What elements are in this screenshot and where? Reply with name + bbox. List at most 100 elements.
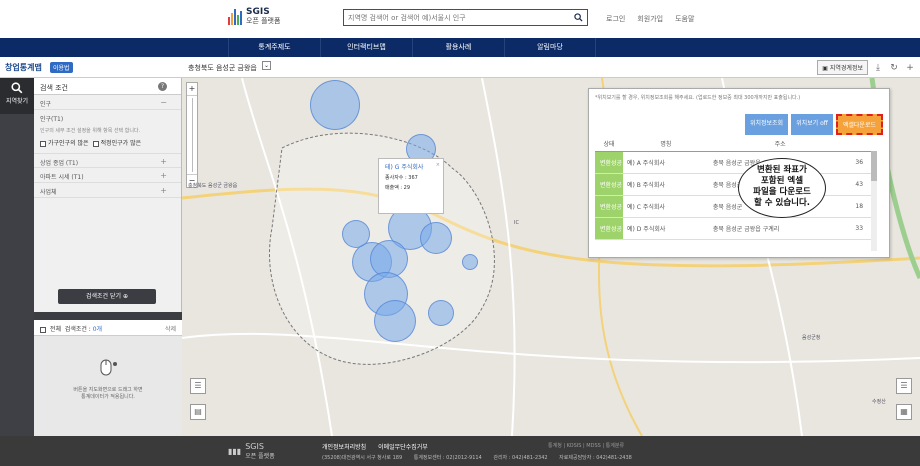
- sgis-logo[interactable]: SGIS 오픈 플랫폼: [228, 8, 280, 26]
- phone-text: 통계정보센터 : 02)2012-9114: [413, 455, 482, 461]
- sub-population[interactable]: 인구(T1): [34, 110, 181, 125]
- select-all-label: 전체: [49, 326, 61, 333]
- phone-text: 관리자 : 042)481-2342: [493, 455, 548, 461]
- section-population[interactable]: 인구 −: [34, 95, 181, 110]
- refresh-icon[interactable]: ↻: [888, 62, 900, 74]
- select-all-checkbox[interactable]: [40, 326, 46, 333]
- footer-logo: ▮▮▮ SGIS 오픈 플랫폼: [228, 442, 275, 460]
- status-cell: 변환성공: [595, 195, 623, 218]
- table-scrollbar[interactable]: [871, 151, 877, 251]
- expand-icon[interactable]: +: [160, 186, 167, 195]
- panel-header: 검색 조건 ?: [34, 78, 181, 95]
- name-cell: 예) A 주식회사: [623, 151, 709, 174]
- map-bubble[interactable]: [310, 80, 360, 130]
- population-checks: 가구인구의 많은 적정인구가 많은: [34, 138, 181, 147]
- popup-line2: 매출액 : 29: [385, 185, 411, 191]
- excel-download-button[interactable]: 엑셀다운로드: [835, 114, 883, 135]
- footer-right-links[interactable]: 통계청 | KOSIS | MDSS | 통계분류: [548, 442, 624, 449]
- addr-cell: 충북 음성군 금왕읍 구계리: [708, 217, 852, 240]
- table-row[interactable]: 변환성공 예) B 주식회사 충북 음성군 43: [595, 173, 875, 196]
- popup-line1: 종사자수 : 367: [385, 175, 418, 181]
- column-header: 주소: [708, 137, 852, 152]
- footer-logo-subtitle: 오픈 플랫폼: [245, 453, 275, 460]
- check-proper[interactable]: 적정인구가 많은: [92, 138, 141, 147]
- help-icon[interactable]: ?: [158, 82, 167, 91]
- zoom-control: + −: [186, 82, 198, 188]
- search-box: [343, 9, 588, 26]
- row-commerce[interactable]: 상업 종업 (T1) +: [34, 153, 181, 168]
- close-icon[interactable]: ×: [436, 160, 440, 170]
- map-bubble[interactable]: [462, 254, 478, 270]
- footer-logo-title: SGIS: [245, 442, 264, 451]
- map-label: IC: [514, 220, 519, 226]
- footer-address: (35208)대전광역시 서구 청사로 189 통계정보센터 : 02)2012…: [322, 454, 642, 461]
- location-dropdown-icon[interactable]: ⌄: [262, 61, 271, 70]
- nav-item-use-cases[interactable]: 활용사례: [412, 38, 504, 57]
- logo-title: SGIS: [246, 7, 270, 17]
- status-cell: 변환성공: [595, 151, 623, 174]
- table-icon[interactable]: ▦: [896, 404, 912, 420]
- main-nav: 통계주제도 인터랙티브맵 활용사례 알림마당: [0, 38, 920, 57]
- check-household[interactable]: 가구인구의 많은: [40, 138, 89, 147]
- expand-icon[interactable]: +: [160, 157, 167, 166]
- delete-link[interactable]: 삭제: [165, 324, 176, 333]
- address-text: (35208)대전광역시 서구 청사로 189: [322, 455, 403, 461]
- table-row[interactable]: 변환성공 예) A 주식회사 충북 음성군 금왕읍 36: [595, 151, 875, 174]
- add-circle-icon: ⊕: [122, 293, 128, 300]
- privacy-link[interactable]: 개인정보처리방침: [322, 444, 366, 451]
- popup-name: 테) G 주식회사: [385, 164, 424, 171]
- top-header: SGIS 오픈 플랫폼 로그인 회원가입 도움말: [0, 0, 920, 38]
- column-header: 상태: [595, 137, 623, 152]
- current-location: 충청북도 음성군 금왕읍: [188, 64, 257, 72]
- add-icon[interactable]: +: [904, 62, 916, 74]
- help-link[interactable]: 도움말: [675, 14, 694, 24]
- drag-hint: 버튼을 지도화면으로 드래그 하면 통계데이터가 적용됩니다.: [34, 336, 182, 436]
- info-buttons: 위치정보조회 위치보기 off 엑셀다운로드: [744, 114, 883, 135]
- nav-item-interactive-map[interactable]: 인터랙티브맵: [320, 38, 412, 57]
- map-canvas[interactable]: + − 충청북도 음성군 금왕읍 IC 음성군청 수정산 × 테) G 주식회사…: [182, 78, 920, 436]
- login-link[interactable]: 로그인: [606, 14, 625, 24]
- map-popup: × 테) G 주식회사 종사자수 : 367 매출액 : 29: [378, 158, 444, 214]
- logo-bars-icon: [228, 9, 242, 25]
- zoom-in-button[interactable]: +: [187, 83, 197, 95]
- signup-link[interactable]: 회원가입: [637, 14, 663, 24]
- map-label: 수정산: [872, 399, 886, 405]
- search-icon[interactable]: [574, 13, 583, 22]
- table-row[interactable]: 변환성공 예) C 주식회사 충북 음성군 18: [595, 195, 875, 218]
- row-apartment[interactable]: 아파트 시세 (T1) +: [34, 168, 181, 183]
- callout-line: 파일을 다운로드: [753, 187, 811, 197]
- close-condition-button[interactable]: 검색조건 닫기 ⊕: [58, 289, 156, 304]
- search-condition-panel: 검색 조건 ? 인구 − 인구(T1) 인구의 세부 조건 설정을 위해 항목 …: [34, 78, 182, 436]
- map-bubble[interactable]: [342, 220, 370, 248]
- legend-icon[interactable]: ☰: [190, 378, 206, 394]
- layer-icon[interactable]: ▤: [190, 404, 206, 420]
- column-header: 명칭: [623, 137, 709, 152]
- search-input[interactable]: [344, 10, 564, 25]
- nav-item-notice[interactable]: 알림마당: [504, 38, 596, 57]
- map-label: 음성군청: [802, 335, 821, 341]
- list-icon[interactable]: ☰: [896, 378, 912, 394]
- map-bubble[interactable]: [420, 222, 452, 254]
- checkbox-icon[interactable]: [92, 140, 99, 147]
- footer-logo-bars-icon: ▮▮▮: [228, 446, 242, 456]
- logo-subtitle: 오픈 플랫폼: [246, 17, 281, 25]
- row-business[interactable]: 사업체 +: [34, 183, 181, 198]
- location-view-button[interactable]: 위치보기 off: [791, 114, 833, 135]
- email-policy-link[interactable]: 이메일무단수집거부: [378, 444, 428, 451]
- collapse-icon[interactable]: −: [160, 98, 167, 107]
- nav-item-theme-map[interactable]: 통계주제도: [228, 38, 320, 57]
- location-lookup-button[interactable]: 위치정보조회: [744, 114, 789, 135]
- footer-links: 개인정보처리방침 이메일무단수집거부: [322, 442, 438, 451]
- callout-line: 할 수 있습니다.: [753, 198, 811, 208]
- download-icon[interactable]: ⤓: [872, 62, 884, 74]
- map-bubble[interactable]: [374, 300, 416, 342]
- table-row[interactable]: 변환성공 예) D 주식회사 충북 음성군 금왕읍 구계리 33: [595, 217, 875, 240]
- boundary-button[interactable]: ▣ 지역경계정보: [817, 60, 868, 75]
- checkbox-icon[interactable]: [40, 140, 46, 147]
- usage-badge[interactable]: 이용법: [50, 62, 73, 73]
- map-bubble[interactable]: [428, 300, 454, 326]
- list-label: 검색조건 :: [64, 326, 91, 333]
- expand-icon[interactable]: +: [160, 171, 167, 180]
- zoom-slider[interactable]: [187, 95, 197, 175]
- sidebar-item-search[interactable]: 지역찾기: [0, 78, 34, 114]
